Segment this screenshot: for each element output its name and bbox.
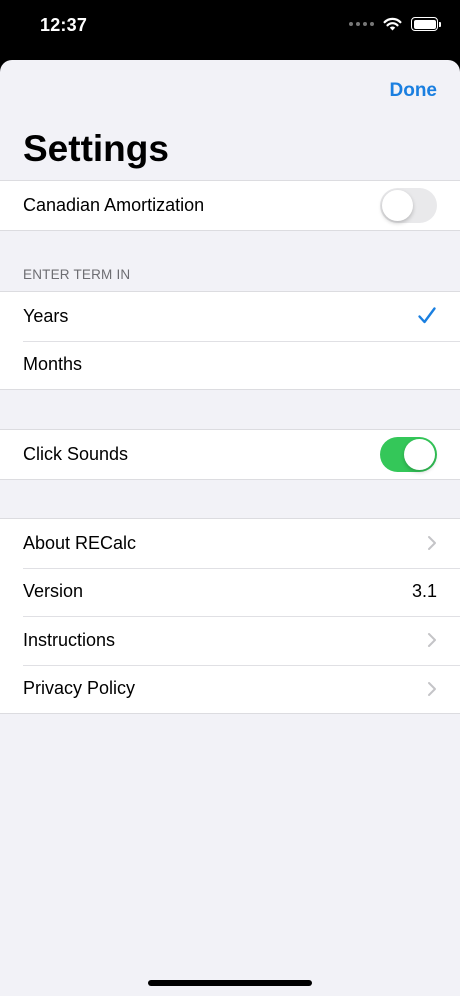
wifi-icon	[383, 17, 402, 31]
instructions-row[interactable]: Instructions	[0, 616, 460, 665]
toggle-knob	[404, 438, 435, 470]
canadian-amortization-toggle[interactable]	[380, 187, 437, 223]
term-group: Years Months	[0, 291, 460, 390]
checkmark-icon	[418, 307, 436, 324]
about-label: About RECalc	[23, 532, 137, 553]
info-group: About RECalc Version 3.1 Instructions Pr…	[0, 518, 460, 714]
version-row: Version 3.1	[0, 567, 460, 617]
done-button[interactable]: Done	[390, 80, 438, 102]
privacy-policy-label: Privacy Policy	[23, 678, 136, 699]
term-section-header: ENTER TERM IN	[23, 267, 131, 282]
status-bar: 12:37	[0, 0, 460, 60]
toggle-knob	[382, 189, 413, 221]
canadian-amortization-row: Canadian Amortization	[0, 181, 460, 230]
term-option-label: Years	[23, 305, 69, 326]
battery-level	[413, 19, 436, 29]
chevron-right-icon	[428, 681, 436, 696]
term-option-label: Months	[23, 354, 83, 375]
instructions-label: Instructions	[23, 629, 116, 650]
sounds-group: Click Sounds	[0, 429, 460, 480]
privacy-policy-row[interactable]: Privacy Policy	[0, 664, 460, 714]
chevron-right-icon	[428, 536, 436, 551]
version-label: Version	[23, 581, 84, 602]
click-sounds-label: Click Sounds	[23, 443, 129, 464]
canadian-amortization-label: Canadian Amortization	[23, 194, 205, 215]
version-value: 3.1	[411, 581, 437, 602]
home-indicator[interactable]	[148, 980, 312, 986]
battery-icon	[411, 17, 441, 31]
about-row[interactable]: About RECalc	[0, 519, 460, 568]
term-option-years[interactable]: Years	[0, 292, 460, 341]
status-time: 12:37	[40, 15, 88, 35]
cellular-dots-icon	[349, 22, 374, 26]
page-title: Settings	[23, 128, 169, 169]
click-sounds-row: Click Sounds	[0, 430, 460, 479]
chevron-right-icon	[428, 633, 436, 648]
term-option-months[interactable]: Months	[0, 340, 460, 390]
canadian-group: Canadian Amortization	[0, 180, 460, 231]
click-sounds-toggle[interactable]	[380, 436, 437, 472]
settings-sheet: Done Settings Canadian Amortization ENTE…	[0, 60, 460, 996]
status-icons	[349, 14, 441, 34]
